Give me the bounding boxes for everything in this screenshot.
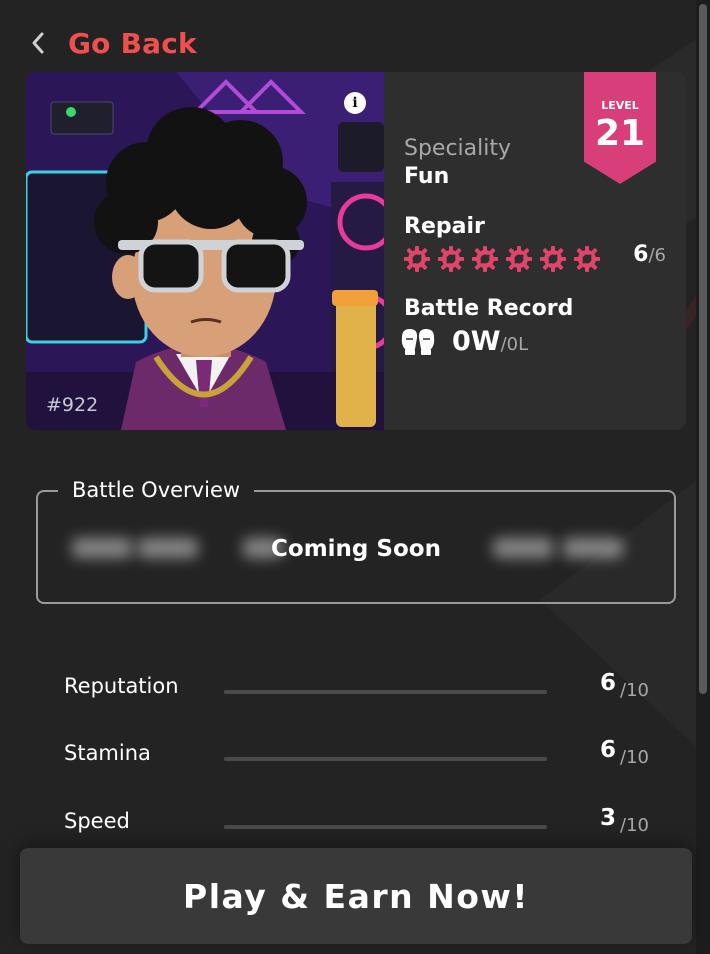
level-label: LEVEL xyxy=(601,99,639,112)
repair-gear-icon xyxy=(404,246,430,272)
back-button[interactable]: Go Back xyxy=(30,26,197,60)
character-id: #922 xyxy=(46,394,99,416)
scrollbar-thumb[interactable] xyxy=(699,4,707,694)
stat-name: Stamina xyxy=(64,741,151,765)
stat-value: 6 xyxy=(600,670,617,696)
chevron-left-icon xyxy=(30,26,50,60)
stat-max: /10 xyxy=(620,815,649,836)
stat-value: 3 xyxy=(600,805,617,831)
battle-overview-title: Battle Overview xyxy=(58,478,255,502)
scrollbar-track[interactable] xyxy=(696,0,710,954)
stat-value: 6 xyxy=(600,737,617,763)
stat-bar-fill xyxy=(224,825,321,829)
back-label: Go Back xyxy=(68,26,197,60)
info-icon[interactable]: i xyxy=(344,92,366,114)
repair-gear-icon xyxy=(506,246,532,272)
battle-record-label: Battle Record xyxy=(404,296,574,321)
stat-bar xyxy=(224,757,547,761)
repair-gear-icon xyxy=(574,246,600,272)
repair-label: Repair xyxy=(404,214,485,239)
stat-bar-fill xyxy=(224,690,418,694)
character-card: #922 i Speciality Fun Repair 6/6 Battle … xyxy=(26,72,686,430)
boxing-gloves-icon xyxy=(398,327,438,357)
stat-stamina: Stamina 6 /10 xyxy=(64,737,664,775)
level-badge: LEVEL 21 xyxy=(584,72,656,184)
repair-count: 6/6 xyxy=(633,242,666,267)
stat-speed: Speed 3 /10 xyxy=(64,805,664,843)
stat-name: Speed xyxy=(64,809,130,833)
battle-wins: 0W xyxy=(452,326,501,357)
repair-icons xyxy=(404,246,600,272)
repair-max: /6 xyxy=(648,245,666,266)
coming-soon-text: Coming Soon xyxy=(271,536,441,562)
battle-record-value: 0W/0L xyxy=(452,326,528,357)
stat-bar xyxy=(224,690,547,694)
stat-bar xyxy=(224,825,547,829)
stat-max: /10 xyxy=(620,747,649,768)
repair-gear-icon xyxy=(540,246,566,272)
play-earn-button[interactable]: Play & Earn Now! xyxy=(20,848,692,944)
battle-overview-panel: Battle Overview Coming Soon xyxy=(36,478,676,604)
level-value: 21 xyxy=(594,113,646,154)
battle-record: 0W/0L xyxy=(398,326,528,357)
stat-reputation: Reputation 6 /10 xyxy=(64,670,664,708)
repair-current: 6 xyxy=(633,242,649,267)
battle-losses: /0L xyxy=(500,334,529,355)
speciality-label: Speciality xyxy=(404,136,512,161)
stat-bar-fill xyxy=(224,757,418,761)
speciality-value: Fun xyxy=(404,164,450,189)
character-avatar[interactable]: #922 i xyxy=(26,72,384,430)
stat-name: Reputation xyxy=(64,674,179,698)
repair-gear-icon xyxy=(472,246,498,272)
repair-gear-icon xyxy=(438,246,464,272)
stat-max: /10 xyxy=(620,680,649,701)
